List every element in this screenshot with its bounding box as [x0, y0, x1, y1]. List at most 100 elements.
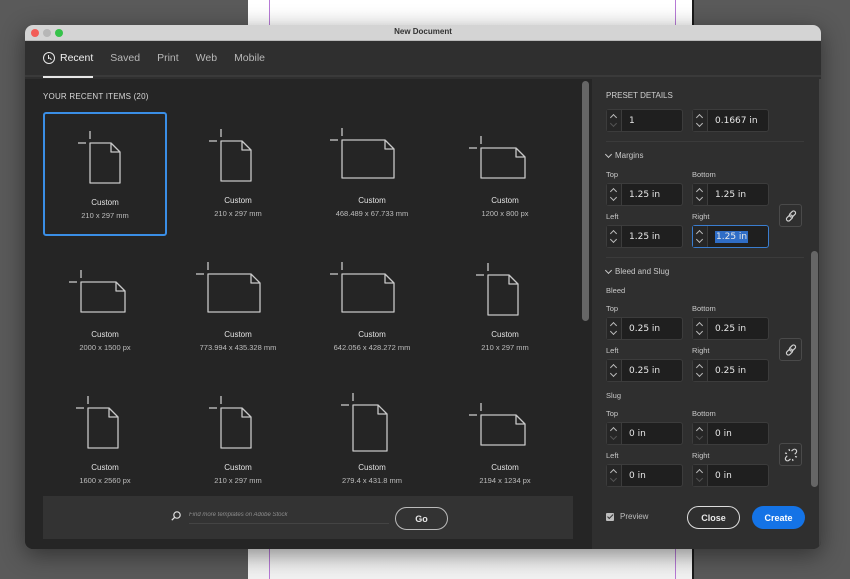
tab-saved[interactable]: Saved [110, 40, 140, 76]
stock-search-input[interactable] [189, 507, 389, 524]
slug-left-field[interactable] [606, 464, 683, 487]
recent-item-card[interactable]: Custom 210 x 297 mm [443, 246, 567, 370]
margin-top-input[interactable] [622, 184, 682, 205]
recent-item-card[interactable]: Custom 210 x 297 mm [43, 112, 167, 236]
bleed-left-field[interactable] [606, 359, 683, 382]
slug-bottom-field[interactable] [692, 422, 769, 445]
recent-items-scrollbar[interactable] [582, 81, 589, 321]
recent-item-card[interactable]: Custom 279.4 x 431.8 mm [310, 379, 434, 503]
chevron-down-icon[interactable] [695, 119, 704, 128]
recent-item-name: Custom [491, 463, 519, 472]
margin-bottom-input[interactable] [708, 184, 768, 205]
slug-right-field[interactable] [692, 464, 769, 487]
chevron-down-icon[interactable] [609, 432, 618, 441]
columns-input[interactable] [622, 110, 682, 131]
bleed-right-field[interactable] [692, 359, 769, 382]
tab-print[interactable]: Print [157, 40, 179, 76]
margin-top-field[interactable] [606, 183, 683, 206]
margins-section-toggle[interactable]: Margins [604, 150, 643, 160]
margin-bottom-field[interactable] [692, 183, 769, 206]
slug-top-input[interactable] [622, 423, 682, 444]
preset-details-scrollbar[interactable] [811, 251, 818, 487]
tab-mobile[interactable]: Mobile [234, 40, 265, 76]
divider [606, 141, 804, 142]
margin-right-field[interactable]: 1.25 in [692, 225, 769, 248]
stepper[interactable] [693, 423, 708, 444]
bleed-right-label: Right [692, 346, 710, 355]
stepper[interactable] [607, 184, 622, 205]
stepper[interactable] [607, 226, 622, 247]
chevron-down-icon[interactable] [609, 235, 618, 244]
bleed-bottom-input[interactable] [708, 318, 768, 339]
margin-left-input[interactable] [622, 226, 682, 247]
chevron-down-icon[interactable] [609, 119, 618, 128]
chevron-down-icon [604, 266, 613, 274]
link-bleed-button[interactable] [779, 338, 802, 361]
preview-checkbox[interactable]: Preview [606, 512, 648, 521]
slug-top-field[interactable] [606, 422, 683, 445]
bleed-right-input[interactable] [708, 360, 768, 381]
gutter-input[interactable] [708, 110, 768, 131]
recent-item-card[interactable]: Custom 468.489 x 67.733 mm [310, 112, 434, 236]
recent-item-card[interactable]: Custom 2194 x 1234 px [443, 379, 567, 503]
tab-web[interactable]: Web [196, 40, 217, 76]
bleed-slug-section-toggle[interactable]: Bleed and Slug [604, 266, 669, 276]
create-button[interactable]: Create [752, 506, 805, 529]
new-document-dialog: New Document Recent Saved Print Web Mobi… [25, 25, 821, 549]
tab-recent[interactable]: Recent [43, 40, 94, 78]
chevron-down-icon[interactable] [695, 432, 704, 441]
slug-left-input[interactable] [622, 465, 682, 486]
stepper[interactable] [693, 226, 708, 247]
chevron-down-icon[interactable] [609, 193, 618, 202]
slug-bottom-label: Bottom [692, 409, 716, 418]
bleed-left-input[interactable] [622, 360, 682, 381]
stepper[interactable] [693, 465, 708, 486]
stepper[interactable] [607, 360, 622, 381]
chevron-down-icon[interactable] [695, 235, 704, 244]
recent-item-card[interactable]: Custom 773.994 x 435.328 mm [176, 246, 300, 370]
chevron-down-icon[interactable] [695, 474, 704, 483]
stepper[interactable] [607, 318, 622, 339]
stepper[interactable] [693, 184, 708, 205]
recent-item-card[interactable]: Custom 1600 x 2560 px [43, 379, 167, 503]
stock-search-bar: Go [43, 496, 573, 539]
chevron-down-icon[interactable] [609, 327, 618, 336]
link-margins-button[interactable] [779, 204, 802, 227]
columns-stepper[interactable] [607, 110, 622, 131]
recent-item-name: Custom [491, 196, 519, 205]
chevron-down-icon[interactable] [695, 327, 704, 336]
columns-field[interactable] [606, 109, 683, 132]
slug-left-label: Left [606, 451, 619, 460]
checkbox-checked-icon[interactable] [606, 512, 614, 521]
recent-item-card[interactable]: Custom 210 x 297 mm [176, 112, 300, 236]
recent-item-name: Custom [224, 330, 252, 339]
document-icon [69, 270, 126, 313]
slug-bottom-input[interactable] [708, 423, 768, 444]
unlink-slug-button[interactable] [779, 443, 802, 466]
bleed-top-input[interactable] [622, 318, 682, 339]
recent-item-name: Custom [91, 330, 119, 339]
chevron-down-icon[interactable] [695, 369, 704, 378]
slug-right-input[interactable] [708, 465, 768, 486]
stepper[interactable] [693, 360, 708, 381]
slug-right-label: Right [692, 451, 710, 460]
bleed-top-field[interactable] [606, 317, 683, 340]
close-button[interactable]: Close [687, 506, 740, 529]
bleed-bottom-field[interactable] [692, 317, 769, 340]
recent-item-card[interactable]: Custom 2000 x 1500 px [43, 246, 167, 370]
stepper[interactable] [607, 465, 622, 486]
recent-item-card[interactable]: Custom 642.056 x 428.272 mm [310, 246, 434, 370]
chevron-down-icon[interactable] [695, 193, 704, 202]
recent-item-card[interactable]: Custom 210 x 297 mm [176, 379, 300, 503]
chevron-down-icon[interactable] [609, 474, 618, 483]
chevron-down-icon[interactable] [609, 369, 618, 378]
margin-left-field[interactable] [606, 225, 683, 248]
margin-right-input[interactable]: 1.25 in [708, 226, 768, 247]
gutter-field[interactable] [692, 109, 769, 132]
recent-item-card[interactable]: Custom 1200 x 800 px [443, 112, 567, 236]
recent-item-size: 1600 x 2560 px [79, 476, 131, 485]
gutter-stepper[interactable] [693, 110, 708, 131]
stepper[interactable] [607, 423, 622, 444]
go-button[interactable]: Go [395, 507, 448, 530]
stepper[interactable] [693, 318, 708, 339]
